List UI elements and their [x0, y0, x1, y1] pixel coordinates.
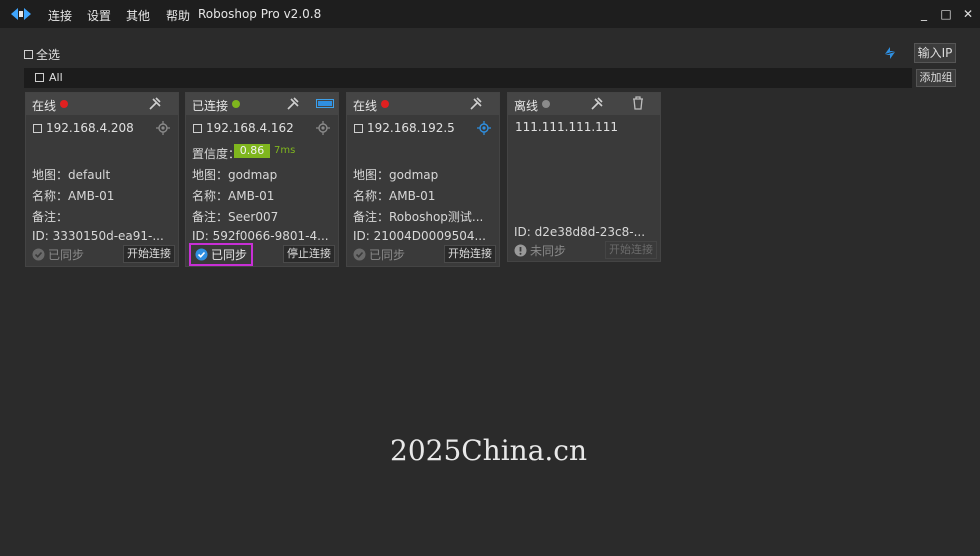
status-dot: [542, 100, 550, 108]
crosshair-icon[interactable]: [156, 121, 170, 135]
status-dot: [60, 100, 68, 108]
ip-address: 192.168.192.5: [367, 121, 455, 135]
sync-label: 未同步: [530, 244, 567, 258]
status-dot: [232, 100, 240, 108]
robot-card[interactable]: 离线 111.111.111.111 ID: d2e38d8d-23c8-...…: [507, 92, 661, 262]
start-connect-button[interactable]: 开始连接: [123, 245, 175, 263]
checkbox-icon: [193, 124, 202, 133]
group-bar: All: [24, 68, 912, 88]
select-all-label: 全选: [36, 48, 61, 62]
status-label: 已连接: [192, 99, 229, 113]
card-header: 已连接: [186, 93, 338, 115]
map-text: 地图：godmap: [192, 168, 278, 182]
id-text: ID: d2e38d8d-23c8-...: [514, 225, 646, 239]
note-text: 备注：Roboshop测试...: [353, 210, 484, 224]
roboshop-logo-icon: [11, 8, 31, 20]
start-connect-button[interactable]: 开始连接: [444, 245, 496, 263]
crosshair-icon[interactable]: [316, 121, 330, 135]
stop-connect-button[interactable]: 停止连接: [283, 245, 335, 263]
input-ip-button[interactable]: 输入IP: [914, 43, 956, 63]
name-text: 名称：AMB-01: [32, 189, 115, 203]
select-all-checkbox[interactable]: 全选: [24, 46, 60, 63]
sync-status: 已同步: [32, 246, 84, 263]
card-header: 在线: [26, 93, 178, 115]
confidence-label: 置信度：: [192, 147, 241, 161]
id-text: ID: 3330150d-ea91-...: [32, 229, 164, 243]
note-text: 备注：: [32, 210, 69, 224]
ip-row[interactable]: 192.168.4.208: [33, 121, 134, 135]
robot-card[interactable]: 已连接 192.168.4.162 置信度： 0.86 7ms 地图：godma…: [185, 92, 339, 267]
status-label: 离线: [514, 99, 539, 113]
group-checkbox[interactable]: [35, 73, 44, 82]
wrench-hammer-icon[interactable]: [590, 97, 604, 111]
minimize-button[interactable]: _: [914, 4, 934, 24]
check-circle-icon: [195, 248, 208, 261]
sync-label: 已同步: [211, 248, 248, 262]
card-header: 离线: [508, 93, 660, 115]
check-circle-icon: [32, 248, 45, 261]
watermark-text: 2025China.cn: [390, 434, 588, 467]
battery-icon: [316, 99, 334, 108]
title-bar: 连接 设置 其他 帮助 Roboshop Pro v2.0.8 _ □ ✕: [0, 0, 980, 28]
status-label: 在线: [32, 99, 57, 113]
trash-icon[interactable]: [632, 96, 644, 110]
wrench-hammer-icon[interactable]: [469, 97, 483, 111]
name-text: 名称：AMB-01: [192, 189, 275, 203]
add-group-button[interactable]: 添加组: [916, 69, 956, 87]
refresh-icon[interactable]: [880, 44, 900, 62]
menu-other[interactable]: 其他: [126, 7, 150, 24]
name-text: 名称：AMB-01: [353, 189, 436, 203]
menu-connect[interactable]: 连接: [48, 7, 72, 24]
id-text: ID: 592f0066-9801-4...: [192, 229, 329, 243]
menu-settings[interactable]: 设置: [87, 7, 111, 24]
map-text: 地图：default: [32, 168, 111, 182]
robot-card[interactable]: 在线 192.168.4.208 地图：default 名称：AMB-01 备注…: [25, 92, 179, 267]
checkbox-icon: [24, 50, 33, 59]
status-dot: [381, 100, 389, 108]
app-title: Roboshop Pro v2.0.8: [198, 7, 322, 21]
start-connect-button[interactable]: 开始连接: [605, 241, 657, 259]
sync-label: 已同步: [48, 248, 85, 262]
crosshair-icon[interactable]: [477, 121, 491, 135]
check-circle-icon: [353, 248, 366, 261]
menu-help[interactable]: 帮助: [166, 7, 190, 24]
checkbox-icon: [354, 124, 363, 133]
maximize-button[interactable]: □: [936, 4, 956, 24]
id-text: ID: 21004D0009504...: [353, 229, 486, 243]
sync-status: 已同步: [353, 246, 405, 263]
exclamation-circle-icon: [514, 244, 527, 257]
ip-row[interactable]: 192.168.192.5: [354, 121, 455, 135]
map-text: 地图：godmap: [353, 168, 439, 182]
sync-label: 已同步: [369, 248, 406, 262]
close-button[interactable]: ✕: [958, 4, 978, 24]
ip-address: 192.168.4.162: [206, 121, 294, 135]
ip-address: 192.168.4.208: [46, 121, 134, 135]
latency-text: 7ms: [274, 145, 296, 156]
status-label: 在线: [353, 99, 378, 113]
group-name: All: [49, 71, 63, 84]
wrench-hammer-icon[interactable]: [148, 97, 162, 111]
robot-card[interactable]: 在线 192.168.192.5 地图：godmap 名称：AMB-01 备注：…: [346, 92, 500, 267]
sync-status[interactable]: 已同步: [189, 243, 254, 266]
sync-status: 未同步: [514, 242, 566, 259]
note-text: 备注：Seer007: [192, 210, 279, 224]
ip-address: 111.111.111.111: [515, 120, 619, 134]
ip-row[interactable]: 192.168.4.162: [193, 121, 294, 135]
card-header: 在线: [347, 93, 499, 115]
checkbox-icon: [33, 124, 42, 133]
confidence-value: 0.86: [234, 144, 270, 158]
wrench-hammer-icon[interactable]: [286, 97, 300, 111]
